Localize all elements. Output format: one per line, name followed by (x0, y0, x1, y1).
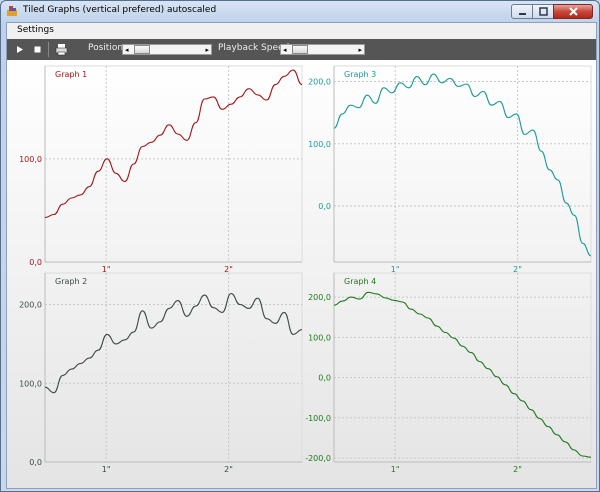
plot-frame (333, 272, 592, 463)
stop-icon (34, 46, 41, 53)
x-tick-label: 1" (102, 465, 111, 474)
menu-bar: Settings (7, 23, 596, 39)
x-tick-label: 2" (513, 465, 522, 474)
y-tick-label: 0,0 (318, 374, 331, 383)
client-area: Settings Position ◂ ▸ Playback Speed ◂ ▸… (6, 22, 597, 489)
series-line (44, 292, 303, 394)
position-label: Position (88, 43, 124, 53)
plot-frame (44, 272, 303, 463)
plot-frame (333, 65, 592, 263)
y-tick-label: 0,0 (29, 458, 42, 467)
playback-speed-slider[interactable]: ◂ ▸ (280, 44, 365, 55)
left-arrow-icon[interactable]: ◂ (125, 46, 129, 54)
y-tick-label: 100,0 (19, 155, 42, 164)
print-button[interactable] (54, 43, 69, 56)
toolbar: Position ◂ ▸ Playback Speed ◂ ▸ (7, 39, 596, 60)
toolbar-separator (48, 42, 49, 57)
x-tick-label: 2" (224, 465, 233, 474)
maximize-icon (538, 7, 548, 16)
graph-title: Graph 4 (344, 277, 376, 286)
right-arrow-icon[interactable]: ▸ (205, 46, 209, 54)
printer-icon (55, 44, 68, 56)
y-tick-label: 0,0 (29, 258, 42, 267)
play-button[interactable] (13, 43, 26, 56)
play-icon (17, 46, 23, 53)
app-icon (7, 6, 17, 16)
close-icon (568, 7, 578, 16)
app-window: Tiled Graphs (vertical prefered) autosca… (0, 0, 600, 492)
y-tick-label: -100,0 (305, 414, 331, 423)
x-tick-label: 1" (391, 465, 400, 474)
y-tick-label: 200,0 (308, 78, 331, 87)
plots-area: 1" 2" 0,0 100,0 Graph 1 1" 2" 0,0 100,0 200,0 Grap… (7, 60, 596, 488)
series-line (333, 73, 592, 257)
menu-settings[interactable]: Settings (17, 25, 54, 35)
plot-frame (44, 65, 303, 263)
y-tick-label: 100,0 (19, 379, 42, 388)
close-button[interactable] (553, 4, 593, 19)
y-tick-label: 100,0 (308, 333, 331, 342)
minimize-icon (518, 13, 526, 15)
stop-button[interactable] (31, 43, 44, 56)
y-tick-label: 200,0 (19, 301, 42, 310)
y-tick-label: 0,0 (318, 202, 331, 211)
maximize-button[interactable] (532, 4, 554, 19)
position-slider-thumb[interactable] (134, 45, 150, 54)
series-line (44, 69, 303, 219)
title-bar[interactable]: Tiled Graphs (vertical prefered) autosca… (1, 1, 599, 22)
y-tick-label: 100,0 (308, 140, 331, 149)
right-arrow-icon[interactable]: ▸ (358, 46, 362, 54)
graph-title: Graph 1 (55, 70, 87, 79)
y-tick-label: -200,0 (305, 454, 331, 463)
window-title: Tiled Graphs (vertical prefered) autosca… (23, 5, 217, 15)
series-line (333, 291, 592, 458)
playback-speed-label: Playback Speed (218, 43, 290, 53)
playback-speed-slider-thumb[interactable] (292, 45, 308, 54)
graph-title: Graph 2 (55, 277, 87, 286)
minimize-button[interactable] (511, 4, 533, 19)
graphs-svg[interactable]: 1" 2" 0,0 100,0 Graph 1 1" 2" 0,0 100,0 200,0 Grap… (7, 60, 596, 488)
y-tick-label: 200,0 (308, 293, 331, 302)
position-slider[interactable]: ◂ ▸ (122, 44, 212, 55)
left-arrow-icon[interactable]: ◂ (283, 46, 287, 54)
graph-title: Graph 3 (344, 70, 376, 79)
